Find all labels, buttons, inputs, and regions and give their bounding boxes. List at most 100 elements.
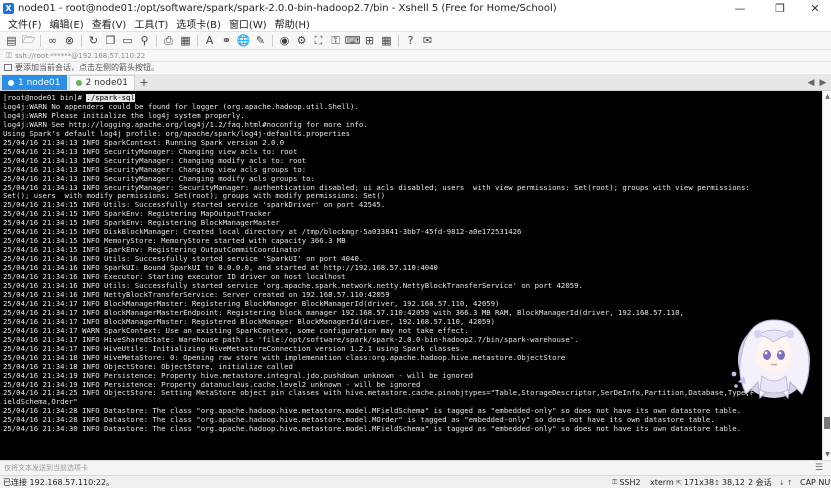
window-title: node01 - root@node01:/opt/software/spark… [18,2,557,14]
keyboard-icon[interactable]: ⌨ [345,34,361,47]
terminal-line: 25/04/16 21:34:16 INFO SparkUI: Bound Sp… [3,264,438,273]
terminal-line: 25/04/16 21:34:30 INFO Datastore: The cl… [3,425,742,434]
script-icon[interactable]: ⚙ [295,34,308,47]
cursor-position-icon: ↥ [714,478,720,487]
highlight-icon[interactable]: ✎ [254,34,267,47]
scroll-up-icon[interactable]: ▲ [824,92,831,100]
tab-node01-1[interactable]: 1 node01 [2,75,67,90]
terminal-line: 25/04/16 21:34:13 INFO SecurityManager: … [3,174,315,183]
reconnect-icon[interactable]: ↻ [87,34,100,47]
restore-icon[interactable]: ❐ [760,0,800,16]
scroll-down-icon[interactable]: ▼ [824,450,831,458]
terminal-line: 25/04/16 21:34:15 INFO SparkEnv: Registe… [3,210,271,219]
toolbar: ▤ 🗁 ∞ ⊗ ↻ ❐ ▭ ⚲ ⎙ ▦ A ⚭ 🌐 ✎ ◉ ⚙ ⛶ ⚿ ⌨ ⊞ … [0,31,831,49]
print-icon[interactable]: ⎙ [162,34,175,47]
terminal-line: 25/04/16 21:34:17 WARN SparkContext: Use… [3,326,469,335]
title-bar: X node01 - root@node01:/opt/software/spa… [0,0,831,16]
hamburger-menu-icon[interactable]: ☰ [815,463,823,473]
connection-status: 已连接 192.168.57.110:22。 [3,477,115,487]
add-tab-button[interactable]: + [137,75,151,90]
terminal-line: 25/04/16 21:34:15 INFO SparkEnv: Registe… [3,219,280,228]
status-arrows: ↓ ↑ [779,476,795,488]
scroll-thumb[interactable] [824,417,830,429]
arrow-up-icon: ↑ [786,478,793,487]
link-icon[interactable]: ∞ [46,34,59,47]
terminal-line: 25/04/16 21:34:28 INFO Datastore: The cl… [3,407,742,416]
terminal-line: 25/04/16 21:34:25 INFO ObjectStore: Sett… [3,389,755,398]
status-dot-icon [75,80,82,86]
menu-view[interactable]: 查看(V) [88,16,131,31]
terminal-line: 25/04/16 21:34:16 INFO Utils: Successful… [3,255,364,264]
fullscreen-icon[interactable]: ⛶ [312,34,325,47]
size-text: 171x38 [683,478,715,487]
resize-icon: ⇱ [676,478,682,487]
terminal-line: 25/04/16 21:34:13 INFO SecurityManager: … [3,147,298,156]
status-protocol: ⚿ SSH2 [612,476,641,488]
compose-input[interactable]: 仅将文本发送到当前选项卡 [4,463,88,473]
terminal-line: 25/04/16 21:34:13 INFO SecurityManager: … [3,156,307,165]
tab-node01-2[interactable]: 2 node01 [68,75,135,90]
terminal-line: 25/04/16 21:34:16 INFO Executor: Startin… [3,273,346,282]
terminal-output[interactable]: [root@node01 bin]# ./spark-sql log4j:WAR… [0,91,822,460]
terminal-line: 25/04/16 21:34:18 INFO ObjectStore: Obje… [3,362,293,371]
compose-bar[interactable]: 仅将文本发送到当前选项卡 ☰ [0,460,831,475]
toolbar-divider [81,34,82,47]
xshell-app-icon: X [3,2,14,14]
cursor-text: 38,12 [721,478,745,487]
globe-icon[interactable]: 🌐 [237,34,251,47]
terminal-line: 25/04/16 21:34:17 INFO BlockManagerMaste… [3,299,500,308]
lock-screen-icon[interactable]: ⚿ [329,34,342,47]
chat-icon[interactable]: ✉ [421,34,434,47]
status-caps: CAP NUM [800,476,831,488]
terminal-scrollbar[interactable]: ▲ ▼ [822,91,831,460]
terminal-line: log4j:WARN Please initialize the log4j s… [3,111,245,120]
terminal-line: 25/04/16 21:34:13 INFO SparkContext: Run… [3,138,285,147]
menu-window[interactable]: 窗口(W) [225,16,271,31]
status-cursor: ↥ 38,12 [714,476,745,488]
new-session-icon[interactable]: ▤ [5,34,18,47]
copy-icon[interactable]: ❐ [104,34,117,47]
hint-text: 要添加当前会话，点击左侧的箭头按钮。 [15,63,159,72]
anime-mascot-image [731,319,810,400]
close-icon[interactable]: ✕ [795,0,831,16]
toolbar-divider [40,34,41,47]
find-icon[interactable]: ⚲ [138,34,151,47]
toolbar-divider [398,34,399,47]
terminal-line: Set(); users with modify permissions: Se… [3,192,386,201]
properties-icon[interactable]: ▦ [179,34,192,47]
compose-icon[interactable]: ⊞ [363,34,376,47]
paste-icon[interactable]: ▭ [121,34,134,47]
session-bar-icon[interactable] [4,64,12,71]
protocol-text: SSH2 [619,478,641,487]
tab-scroll-left-icon[interactable]: ◀ [806,74,816,91]
status-size: ⇱ 171x38 [676,476,714,488]
session-address: ssh://root:******@192.168.57.110:22 [15,51,146,60]
tab-scroll-right-icon[interactable]: ▶ [818,74,828,91]
terminal-line: 25/04/16 21:34:15 INFO SparkEnv: Registe… [3,246,302,255]
terminal-line: 25/04/16 21:34:16 INFO NettyBlockTransfe… [3,290,390,299]
menu-file[interactable]: 文件(F) [4,16,46,31]
menu-bar: 文件(F) 编辑(E) 查看(V) 工具(T) 选项卡(B) 窗口(W) 帮助(… [0,16,831,31]
help-icon[interactable]: ? [404,34,417,47]
minimize-icon[interactable]: — [720,0,760,16]
caps-text: CAP NUM [800,478,831,487]
layout-icon[interactable]: ▦ [380,34,393,47]
terminal-line: 25/04/16 21:34:17 INFO BlockManagerMaste… [3,308,684,317]
font-icon[interactable]: A [203,34,216,47]
menu-edit[interactable]: 编辑(E) [46,16,88,31]
tab-label: 1 node01 [18,77,61,88]
address-bar[interactable]: ⚿ ssh://root:******@192.168.57.110:22 [0,49,831,61]
xftp-icon[interactable]: ◉ [278,34,291,47]
terminal-line: 25/04/16 21:34:13 INFO SecurityManager: … [3,165,307,174]
menu-help[interactable]: 帮助(H) [271,16,314,31]
menu-tools[interactable]: 工具(T) [130,16,172,31]
menu-tab[interactable]: 选项卡(B) [172,16,225,31]
terminal-line: 25/04/16 21:34:18 INFO HiveMetaStore: 0:… [3,353,566,362]
open-folder-icon[interactable]: 🗁 [22,33,36,47]
terminal-prompt-line: [root@node01 bin]# ./spark-sql [3,94,819,103]
status-terminal-type: xterm [650,476,674,488]
encoding-icon[interactable]: ⚭ [220,34,233,47]
disconnect-icon[interactable]: ⊗ [63,34,76,47]
terminal-line: 25/04/16 21:34:16 INFO Utils: Successful… [3,282,583,291]
terminal-line: Using Spark's default log4j profile: org… [3,129,351,138]
